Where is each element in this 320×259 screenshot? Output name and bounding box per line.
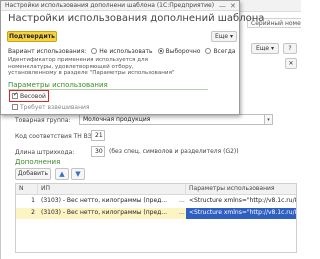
dialog-more-button[interactable]: Еще ▾ (211, 31, 237, 42)
checkbox-weighted-row[interactable]: Весовой (12, 91, 46, 100)
product-group-field[interactable]: Молочная продукция (79, 114, 265, 125)
table-row[interactable]: 2 (3103) - Вес нетто, килограммы (пред..… (16, 208, 296, 219)
row-ip: (3103) - Вес нетто, килограммы (пред... (41, 209, 168, 216)
checkbox-weighted[interactable] (12, 91, 18, 99)
row-select-button[interactable]: ... (176, 196, 186, 207)
checkbox-requires-weighing-label[interactable]: Требует взвешивания (20, 104, 90, 111)
row-params: <Structure xmlns="http://v8.1c.ru/8... (189, 197, 296, 204)
barcode-length-field[interactable]: 30 (91, 146, 105, 157)
additions-title: Дополнения (15, 158, 61, 166)
checkbox-weighted-label[interactable]: Весовой (20, 93, 46, 100)
add-button[interactable]: Добавить (15, 168, 51, 180)
column-header-params[interactable]: Параметры использования (186, 184, 298, 195)
arrow-down-icon[interactable]: ▼ (71, 168, 85, 180)
usage-description: Идентификатор применения используется дл… (8, 57, 175, 77)
radio-always[interactable] (205, 48, 212, 54)
dialog-more-label: Еще (214, 33, 229, 40)
usage-variant-row: Вариант использования: Не использовать В… (8, 46, 236, 56)
dialog-close-icon[interactable]: ✕ (230, 1, 236, 11)
table-row[interactable]: 1 (3103) - Вес нетто, килограммы (пред..… (16, 196, 296, 207)
arrow-up-icon[interactable]: ▲ (55, 168, 69, 180)
table-header: N ИП Параметры использования (16, 184, 296, 195)
radio-selective-label[interactable]: Выборочно (166, 48, 201, 55)
confirm-button[interactable]: Подтвердить (7, 31, 57, 42)
tnved-field[interactable]: 21 (91, 130, 105, 141)
barcode-length-note: (без спец. символов и разделителя (G2)) (109, 148, 239, 155)
additions-table: N ИП Параметры использования 1 (3103) - … (15, 183, 297, 253)
row-params-selected[interactable]: <Structure xmlns="http://v8.1c.ru/8... (186, 208, 296, 219)
product-group-row: Товарная группа: (15, 114, 71, 126)
product-group-dropdown-icon[interactable]: ▾ (265, 114, 273, 125)
column-header-ip[interactable]: ИП (38, 184, 186, 195)
tnved-label: Код соответствия ТН ВЭД: (15, 132, 99, 140)
row-number: 2 (31, 209, 35, 216)
column-header-n[interactable]: N (16, 184, 38, 195)
tnved-row: Код соответствия ТН ВЭД: (15, 130, 99, 142)
dialog-window-caption: Настройки использования дополнени шаблон… (5, 2, 215, 9)
row-number: 1 (31, 197, 35, 204)
dialog-titlebar: Настройки использования дополнени шаблон… (1, 1, 239, 11)
row-select-button[interactable]: ... (176, 208, 186, 219)
dialog-title: Настройки использования дополнений шабло… (8, 13, 265, 24)
radio-selective[interactable] (157, 48, 164, 54)
usage-settings-dialog: Настройки использования дополнени шаблон… (0, 0, 264, 115)
more-button-top-label: Еще (255, 45, 270, 52)
radio-not-use[interactable] (91, 48, 98, 54)
radio-always-label[interactable]: Всегда (213, 48, 235, 55)
checkbox-requires-weighing[interactable] (12, 104, 18, 110)
usage-label: Вариант использования: (8, 47, 87, 55)
close-icon[interactable]: ✕ (285, 58, 297, 69)
params-section-title: Параметры использования (8, 81, 108, 89)
product-group-label: Товарная группа: (15, 116, 71, 124)
minimize-icon[interactable]: — (219, 1, 226, 11)
radio-not-use-label[interactable]: Не использовать (99, 48, 152, 55)
checkbox-weighing-row[interactable]: Требует взвешивания (12, 103, 90, 111)
barcode-length-row: Длина штрихкода: (15, 146, 74, 158)
barcode-length-label: Длина штрихкода: (15, 148, 75, 156)
row-ip: (3103) - Вес нетто, килограммы (пред... (41, 197, 168, 204)
more-button-top[interactable]: Еще ▾ (251, 43, 279, 54)
help-button[interactable]: ? (283, 43, 297, 54)
